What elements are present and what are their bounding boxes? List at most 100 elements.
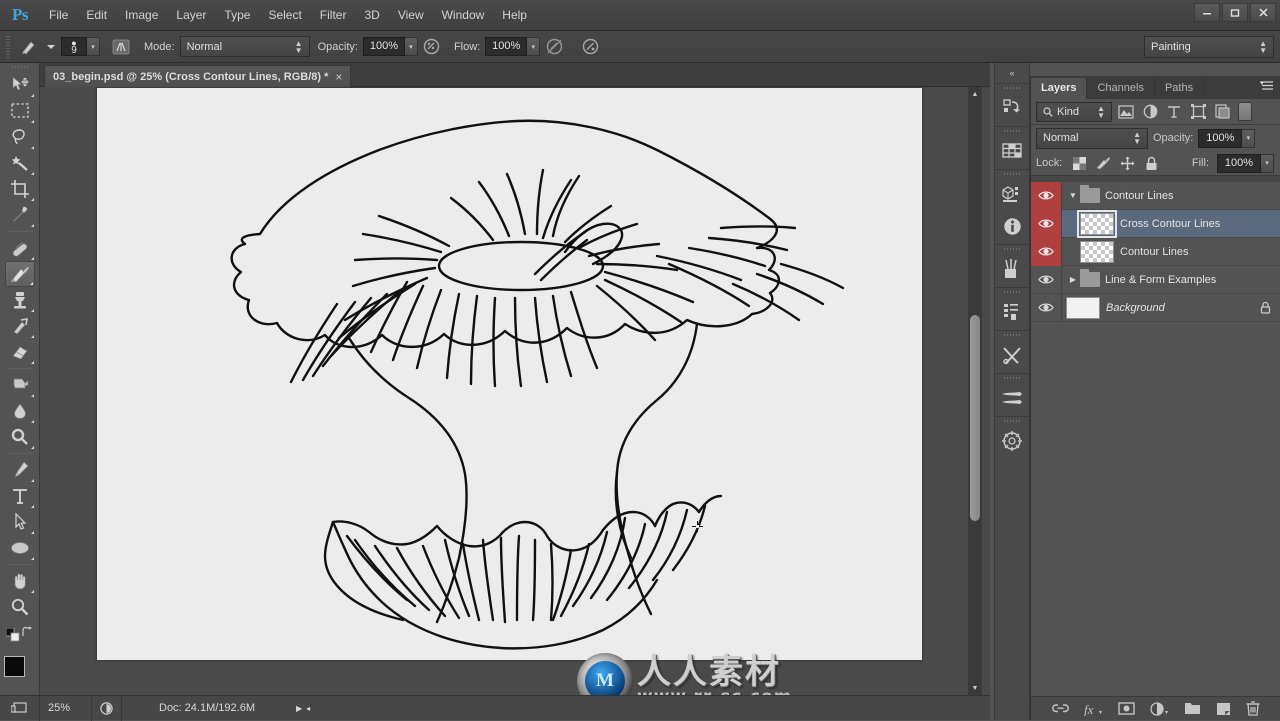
move-tool[interactable] [5,72,35,98]
artboard[interactable]: M 人人素材 www.rr-sc.com [97,88,922,695]
layer-fill-dropdown-arrow[interactable]: ▾ [1261,153,1274,173]
swatches-grid-icon[interactable] [995,135,1029,167]
new-adjustment-layer-icon[interactable] [1150,701,1169,716]
tablet-pressure-opacity-icon[interactable] [418,37,446,56]
status-left-arrow[interactable]: ◂ [306,696,310,721]
status-popup-icon[interactable] [92,695,122,721]
layer-list[interactable]: ▼ Contour Lines Cross Contour Lines Cont… [1031,181,1280,716]
menu-3d[interactable]: 3D [355,0,388,31]
maximize-button[interactable] [1222,3,1248,22]
menu-layer[interactable]: Layer [167,0,215,31]
layer-visibility-toggle[interactable] [1031,237,1062,266]
filter-pixel-icon[interactable] [1116,102,1136,122]
filter-type-icon[interactable] [1164,102,1184,122]
layer-opacity-field[interactable]: 100% [1198,128,1243,148]
layer-visibility-toggle[interactable] [1031,209,1062,238]
zoom-tool[interactable] [5,594,35,620]
type-tool[interactable] [5,483,35,509]
brush-preset-picker-icon[interactable] [17,37,45,57]
3d-icon[interactable] [995,178,1029,210]
close-button[interactable] [1250,3,1276,22]
group-disclosure-triangle[interactable]: ▶ [1066,275,1080,284]
eraser-tool[interactable] [5,339,35,365]
flow-dropdown-arrow[interactable]: ▾ [527,37,541,56]
vertical-scroll-thumb[interactable] [970,315,980,521]
history-brush-tool[interactable] [5,313,35,339]
default-colors-icon[interactable] [6,628,20,653]
layer-thumbnail[interactable] [1077,209,1117,238]
filter-enable-toggle[interactable] [1238,102,1252,121]
minimize-button[interactable] [1194,3,1220,22]
rectangular-marquee-tool[interactable] [5,98,35,124]
delete-layer-icon[interactable] [1246,701,1260,716]
dock-grip[interactable] [995,170,1029,178]
opacity-dropdown-arrow[interactable]: ▾ [404,37,418,56]
lock-transparent-pixels-icon[interactable] [1069,153,1089,173]
table-row[interactable]: ▶ Line & Form Examples [1031,265,1280,294]
dock-grip[interactable] [995,84,1029,92]
lock-image-pixels-icon[interactable] [1093,153,1113,173]
scroll-down-button[interactable]: ▼ [968,681,982,695]
menu-view[interactable]: View [389,0,433,31]
menu-filter[interactable]: Filter [311,0,356,31]
menu-select[interactable]: Select [259,0,310,31]
hand-tool[interactable] [5,568,35,594]
canvas-vertical-scrollbar[interactable]: ▲ ▼ [968,87,982,695]
brush-presets-icon[interactable] [995,382,1029,414]
ellipse-tool[interactable] [5,535,35,561]
filter-smartobject-icon[interactable] [1212,102,1232,122]
status-expand-arrow[interactable]: ▶ [292,696,306,721]
layer-name[interactable]: Cross Contour Lines [1120,218,1280,230]
layer-name[interactable]: Contour Lines [1105,190,1280,202]
layer-opacity-dropdown-arrow[interactable]: ▾ [1242,128,1256,148]
menu-edit[interactable]: Edit [77,0,116,31]
menu-window[interactable]: Window [433,0,494,31]
layer-name[interactable]: Line & Form Examples [1105,274,1280,286]
filter-shape-icon[interactable] [1188,102,1208,122]
screen-mode-icon[interactable] [0,695,40,721]
color-swatches[interactable] [3,656,36,688]
opacity-stepper[interactable]: 100% ▾ [362,37,418,56]
new-group-icon[interactable] [1184,702,1201,715]
options-bar-grip[interactable] [4,35,12,58]
dock-grip[interactable] [995,127,1029,135]
tool-presets-icon[interactable] [995,339,1029,371]
info-icon[interactable] [995,210,1029,242]
menu-file[interactable]: File [40,0,77,31]
group-disclosure-triangle[interactable]: ▼ [1066,191,1080,200]
pen-tool[interactable] [5,457,35,483]
table-row[interactable]: Background [1031,293,1280,322]
layer-thumbnail[interactable] [1066,296,1100,319]
airbrush-icon[interactable] [540,37,568,56]
document-tab[interactable]: 03_begin.psd @ 25% (Cross Contour Lines,… [44,65,352,87]
layer-blend-mode-dropdown[interactable]: Normal ▲ ▼ [1036,127,1148,149]
layer-visibility-toggle[interactable] [1031,293,1062,322]
lasso-tool[interactable] [5,124,35,150]
add-layer-mask-icon[interactable] [1118,702,1135,715]
swap-colors-icon[interactable] [21,626,34,639]
panel-menu-icon[interactable] [1260,81,1274,92]
filter-adjustment-icon[interactable] [1140,102,1160,122]
flow-stepper[interactable]: 100% ▾ [485,37,541,56]
scroll-up-button[interactable]: ▲ [968,87,982,101]
filter-kind-dropdown[interactable]: Kind ▲ ▼ [1036,101,1112,122]
dock-grip[interactable] [995,374,1029,382]
layer-name[interactable]: Background [1106,302,1260,314]
history-icon[interactable] [995,92,1029,124]
table-row[interactable]: ▼ Contour Lines [1031,181,1280,210]
menu-help[interactable]: Help [493,0,536,31]
collapse-panels-icon[interactable]: « [995,63,1029,83]
adjustments-icon[interactable] [995,253,1029,285]
layer-thumbnail[interactable] [1080,240,1114,263]
blur-tool[interactable] [5,398,35,424]
workspace-switcher[interactable]: Painting ▲ ▼ [1144,36,1274,58]
dock-grip[interactable] [995,331,1029,339]
path-selection-tool[interactable] [5,509,35,535]
brush-size-stepper[interactable]: ● 9 ▾ [61,37,100,56]
add-layer-style-icon[interactable]: fx [1084,702,1103,716]
brush-tool[interactable] [4,261,35,287]
dodge-tool[interactable] [5,424,35,450]
brush-panel-toggle-icon[interactable] [106,38,136,56]
link-layers-icon[interactable] [1052,703,1069,714]
tab-channels[interactable]: Channels [1087,78,1155,99]
